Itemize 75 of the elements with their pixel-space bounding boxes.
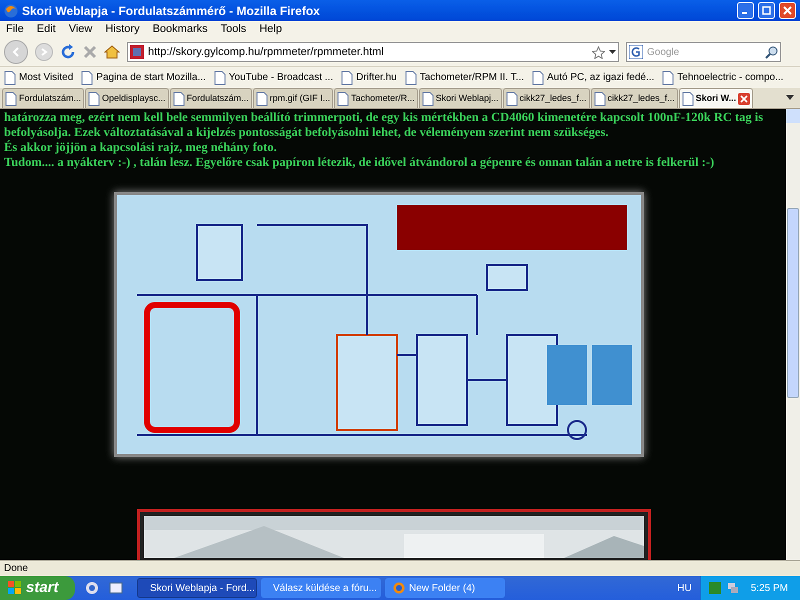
bookmark-link[interactable]: Pagina de start Mozilla...	[96, 70, 206, 85]
dropdown-arrow-icon[interactable]	[609, 50, 616, 54]
bookmark-link[interactable]: Tehnoelectric - compo...	[677, 70, 784, 85]
browser-tab[interactable]: Skori W...	[678, 88, 754, 108]
home-icon[interactable]	[104, 44, 120, 60]
tab-list-icon[interactable]	[786, 95, 794, 101]
page-icon	[88, 92, 100, 106]
bookmark-link[interactable]: Most Visited	[19, 70, 74, 85]
bookmark-link[interactable]: YouTube - Broadcast ...	[228, 70, 334, 85]
start-button[interactable]: start	[0, 576, 75, 600]
taskbar-button[interactable]: Válasz küldése a fóru...	[261, 578, 381, 598]
clock: 5:25 PM	[750, 582, 788, 596]
page-icon	[81, 70, 94, 84]
page-icon	[422, 92, 434, 106]
page-icon	[662, 70, 674, 84]
star-icon[interactable]	[592, 46, 605, 58]
page-icon	[594, 92, 606, 106]
page-icon	[337, 92, 350, 106]
site-icon	[130, 45, 144, 59]
bookmark-link[interactable]: Autó PC, az igazi fedé...	[547, 70, 654, 85]
page-icon	[682, 92, 694, 106]
close-button[interactable]	[779, 2, 796, 19]
menu-item[interactable]: Help	[259, 21, 282, 38]
vertical-scrollbar[interactable]	[786, 109, 800, 560]
reload-icon[interactable]	[60, 44, 76, 60]
minimize-button[interactable]	[737, 2, 754, 19]
url-text: http://skory.gylcomp.hu/rpmmeter/rpmmeter.html	[148, 44, 385, 60]
page-paragraph: Tudom.... a nyákterv :-) , talán lesz. Egyelőre csak papíron létezik, de idővel átvándorol a gépenre és onnan talán a netre is felkerül :-)	[4, 155, 716, 170]
bookmark-link[interactable]: Drifter.hu	[356, 70, 397, 85]
page-icon	[214, 70, 226, 84]
menu-item[interactable]: History	[105, 21, 140, 38]
search-field[interactable]: Google	[626, 42, 781, 62]
page-icon	[506, 92, 518, 106]
browser-tab[interactable]: cikk27_ledes_f...	[502, 88, 590, 108]
windows-logo-icon	[8, 581, 22, 595]
menu-item[interactable]: Edit	[36, 21, 56, 38]
taskbar-button[interactable]: Skori Weblapja - Ford...	[137, 578, 257, 598]
search-engine-icon	[629, 45, 643, 59]
maximize-icon	[762, 6, 771, 15]
page-paragraph: És akkor jöjjön a kapcsolási rajz, meg néhány foto.	[4, 140, 278, 155]
page-paragraph: határozza meg, ezért nem kell bele semmilyen beállító trimmerpoti, de egy kis mértékben a CD4060 kimenetére kapcsolt 100nF-120k RC tag is befolyásolja. Ezek változtatásával a kijelzés pontosságát befolyásolni lehet, de véleményem szerint nem szükséges.	[4, 110, 764, 140]
close-tab-icon[interactable]	[738, 92, 750, 104]
language-indicator[interactable]: HU	[677, 580, 692, 596]
app-icon	[393, 582, 405, 594]
status-text: Done	[4, 562, 28, 576]
taskbar-button[interactable]: New Folder (4)	[385, 578, 505, 598]
browser-tab[interactable]: Fordulatszám...	[2, 88, 84, 108]
browser-tab[interactable]: Skori Weblapj...	[418, 88, 502, 108]
bookmark-link[interactable]: Tachometer/RPM II. T...	[420, 70, 524, 85]
close-icon	[783, 6, 792, 15]
page-icon	[404, 70, 417, 84]
menu-item[interactable]: File	[6, 21, 24, 38]
address-field[interactable]: http://skory.gylcomp.hu/rpmmeter/rpmmeter.html	[127, 42, 619, 62]
page-icon	[4, 70, 16, 84]
page-icon	[532, 70, 544, 84]
menu-item[interactable]: Bookmarks	[152, 21, 208, 38]
browser-tab[interactable]: cikk27_ledes_f...	[590, 88, 678, 108]
page-icon	[256, 92, 268, 106]
page-icon	[5, 92, 17, 106]
browser-tab[interactable]: Fordulatszám...	[170, 88, 252, 108]
search-icon[interactable]	[765, 46, 778, 58]
globe-icon	[4, 4, 18, 18]
browser-tab[interactable]: Tachometer/R...	[334, 88, 418, 108]
window-title: Skori Weblapja - Fordulatszámmérő - Mozilla Firefox	[22, 2, 321, 20]
back-button[interactable]	[4, 40, 28, 64]
menu-item[interactable]: View	[68, 21, 92, 38]
desktop-icon[interactable]	[109, 581, 123, 595]
maximize-button[interactable]	[758, 2, 775, 19]
browser-tab[interactable]: Opeldisplaysc...	[85, 88, 169, 108]
search-input[interactable]: Google	[647, 44, 761, 60]
page-icon	[172, 92, 185, 106]
menu-item[interactable]: Tools	[220, 21, 246, 38]
browser-tab[interactable]: rpm.gif (GIF I...	[252, 88, 334, 108]
page-icon	[341, 70, 354, 84]
browser-icon[interactable]	[85, 581, 99, 595]
